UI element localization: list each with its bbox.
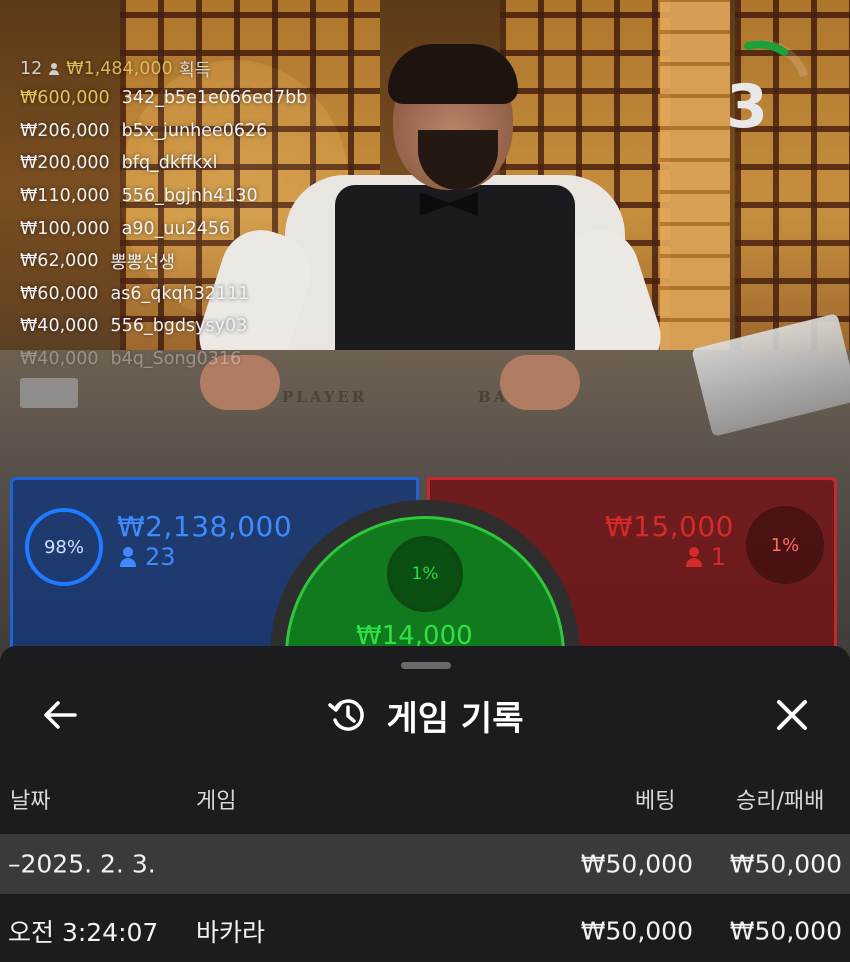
winner-amount: ₩40,000 xyxy=(20,316,99,337)
timer-seconds: 3 xyxy=(726,72,768,142)
history-time: 오전 3:24:07 xyxy=(8,918,159,947)
history-bet: ₩50,000 xyxy=(580,916,693,946)
dealer-vest xyxy=(335,185,575,365)
winner-row: ₩600,000 342_b5e1e066ed7bb xyxy=(20,82,307,115)
winners-count: 12 xyxy=(20,59,43,79)
winner-row: ₩40,000 b4q_Song0316 xyxy=(20,343,307,376)
date-group-row[interactable]: –2025. 2. 3. ₩50,000 ₩50,000 xyxy=(0,834,850,894)
background-pillar xyxy=(660,0,730,350)
winner-username: 556_bgjnh4130 xyxy=(121,186,258,207)
date-group-date: –2025. 2. 3. xyxy=(8,849,156,879)
winner-amount: ₩200,000 xyxy=(20,153,110,174)
winners-leaderboard: 12 ₩1,484,000 획득 ₩600,000 342_b5e1e066ed7… xyxy=(20,56,307,375)
dealer-hair xyxy=(388,44,518,104)
winner-amount: ₩60,000 xyxy=(20,283,99,304)
player-percent-ring: 98% xyxy=(25,508,103,586)
sheet-drag-handle[interactable] xyxy=(401,662,451,669)
column-header-game: 게임 xyxy=(196,789,237,814)
person-icon xyxy=(48,63,60,75)
winner-username: a90_uu2456 xyxy=(121,218,231,239)
player-bettor-count: 23 xyxy=(119,543,176,571)
game-history-sheet: 게임 기록 날짜 게임 베팅 승리/패배 –2025. 2. 3. ₩50,00… xyxy=(0,646,850,962)
winners-suffix: 획득 xyxy=(178,60,211,81)
winner-amount: ₩62,000 xyxy=(20,251,99,272)
date-group-result: ₩50,000 xyxy=(729,849,842,879)
close-icon xyxy=(777,700,807,730)
tie-percent-ring: 1% xyxy=(387,536,463,612)
player-bettors: 23 xyxy=(145,543,176,571)
countdown-timer: 3 xyxy=(722,30,808,142)
person-icon xyxy=(119,547,137,567)
arrow-left-icon xyxy=(44,701,77,729)
banker-bettors: 1 xyxy=(710,543,726,571)
winner-username: b4q_Song0316 xyxy=(110,349,242,370)
winner-amount: ₩206,000 xyxy=(20,120,110,141)
back-button[interactable] xyxy=(30,690,90,740)
date-group-bet: ₩50,000 xyxy=(580,849,693,879)
history-row[interactable]: 오전 3:24:07 바카라 ₩50,000 ₩50,000 xyxy=(0,900,850,962)
winner-amount: ₩110,000 xyxy=(20,186,110,207)
winner-amount: ₩100,000 xyxy=(20,218,110,239)
history-icon xyxy=(327,699,364,731)
winners-summary: 12 ₩1,484,000 획득 xyxy=(20,56,307,82)
winner-amount: ₩600,000 xyxy=(20,88,110,109)
winner-row: ₩200,000 bfq_dkffkxl xyxy=(20,147,307,180)
player-percent: 98% xyxy=(43,536,84,558)
winner-username: as6_qkqh32111 xyxy=(110,283,250,304)
banker-percent: 1% xyxy=(770,534,800,556)
banker-percent-ring: 1% xyxy=(746,506,824,584)
winner-amount: ₩40,000 xyxy=(20,349,99,370)
person-icon xyxy=(685,547,703,567)
winner-username: 뽕뽕선생 xyxy=(110,252,175,273)
sheet-title: 게임 기록 xyxy=(386,698,524,739)
close-button[interactable] xyxy=(764,690,820,740)
winner-row: ₩110,000 556_bgjnh4130 xyxy=(20,180,307,213)
winner-username: b5x_junhee0626 xyxy=(121,120,268,141)
banker-bettor-count: 1 xyxy=(685,543,726,571)
tie-percent: 1% xyxy=(411,564,439,584)
column-header-result: 승리/패배 xyxy=(736,789,825,814)
winners-total: ₩1,484,000 xyxy=(66,59,173,79)
column-header-bet: 베팅 xyxy=(635,789,676,814)
winner-username: bfq_dkffkxl xyxy=(121,153,218,174)
winner-row: ₩100,000 a90_uu2456 xyxy=(20,212,307,245)
winner-row: ₩60,000 as6_qkqh32111 xyxy=(20,278,307,311)
table-player-label: PLAYER xyxy=(282,388,368,406)
sheet-header: 게임 기록 xyxy=(0,690,850,740)
winner-row: ₩206,000 b5x_junhee0626 xyxy=(20,115,307,148)
history-result: ₩50,000 xyxy=(729,916,842,946)
history-game: 바카라 xyxy=(196,918,266,947)
discard-tray xyxy=(20,378,78,408)
winner-username: 556_bgdsysy03 xyxy=(110,316,248,337)
banker-bet-total: ₩15,000 xyxy=(604,510,734,543)
player-bet-total: ₩2,138,000 xyxy=(117,510,293,543)
winner-username: 342_b5e1e066ed7bb xyxy=(121,88,308,109)
winner-row: ₩62,000 뽕뽕선생 xyxy=(20,245,307,278)
dealer-hand xyxy=(500,355,580,410)
column-header-date: 날짜 xyxy=(10,789,51,814)
winner-row: ₩40,000 556_bgdsysy03 xyxy=(20,310,307,343)
